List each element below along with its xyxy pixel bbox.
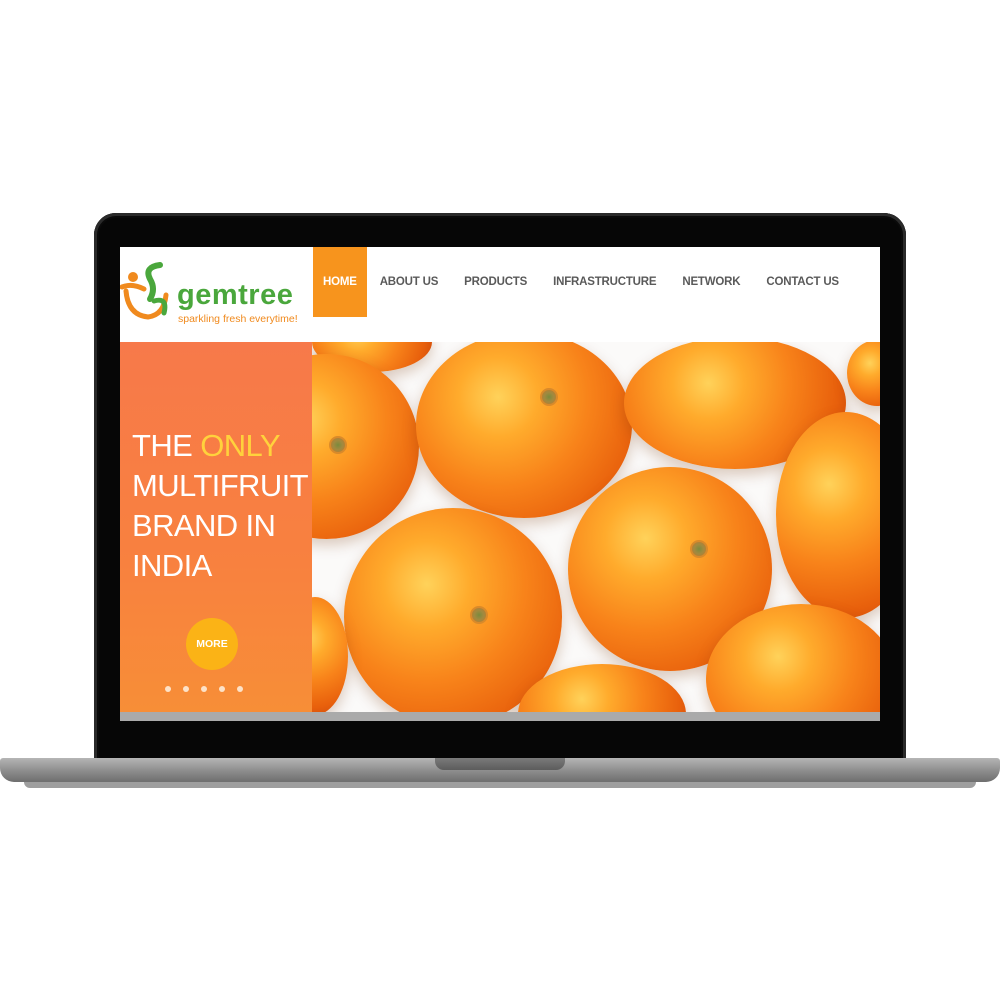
hero-oranges-image	[312, 342, 880, 712]
fruit-logo-icon	[120, 262, 169, 320]
slider-dots	[165, 686, 243, 692]
nav-about-us[interactable]: ABOUT US	[367, 247, 451, 317]
logo-tagline: sparkling fresh everytime!	[178, 313, 298, 325]
nav-products[interactable]: PRODUCTS	[451, 247, 540, 317]
main-nav: HOME ABOUT US PRODUCTS INFRASTRUCTURE NE…	[313, 247, 852, 317]
browser-screen: gemtree sparkling fresh everytime! HOME …	[120, 247, 880, 721]
logo-wordmark: gemtree	[177, 279, 294, 311]
nav-infrastructure[interactable]: INFRASTRUCTURE	[540, 247, 669, 317]
site-header: gemtree sparkling fresh everytime! HOME …	[120, 247, 880, 342]
slide-dot-1[interactable]	[165, 686, 171, 692]
nav-network[interactable]: NETWORK	[669, 247, 753, 317]
nav-home[interactable]: HOME	[313, 247, 367, 317]
hero-heading: THE ONLY MULTIFRUIT BRAND IN INDIA	[132, 426, 332, 586]
hero-bottom-bar	[120, 712, 880, 721]
hero-slider: MORE THE ONLY MULTIFRUIT BRAND IN INDIA	[120, 342, 880, 712]
slide-dot-3[interactable]	[201, 686, 207, 692]
laptop-notch	[435, 758, 565, 770]
hero-heading-part2: MULTIFRUIT BRAND IN INDIA	[132, 468, 308, 583]
logo[interactable]: gemtree sparkling fresh everytime!	[120, 257, 305, 332]
slide-dot-4[interactable]	[219, 686, 225, 692]
slide-dot-2[interactable]	[183, 686, 189, 692]
slide-dot-5[interactable]	[237, 686, 243, 692]
nav-contact-us[interactable]: CONTACT US	[753, 247, 852, 317]
hero-heading-part1: THE	[132, 428, 201, 463]
laptop-foot	[24, 782, 976, 788]
hero-heading-highlight: ONLY	[200, 428, 280, 463]
more-button[interactable]: MORE	[186, 618, 238, 670]
